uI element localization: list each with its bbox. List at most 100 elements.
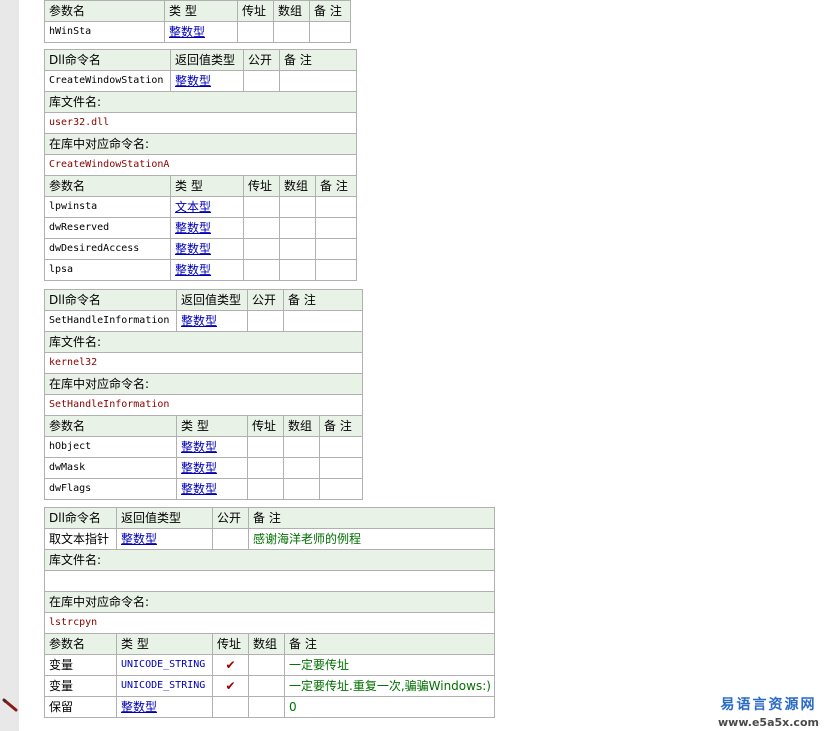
return-type[interactable]: 整数型 <box>176 310 248 332</box>
dll-name[interactable]: CreateWindowStation <box>44 70 171 92</box>
table-row[interactable]: CreateWindowStation 整数型 <box>44 70 358 92</box>
param-type[interactable]: 整数型 <box>170 259 244 281</box>
col-remark: 备 注 <box>318 415 364 437</box>
param-name[interactable]: dwDesiredAccess <box>44 238 171 260</box>
table-row[interactable]: hWinSta 整数型 <box>44 21 351 43</box>
param-name[interactable]: hObject <box>44 436 177 458</box>
param-name[interactable]: lpsa <box>44 259 171 281</box>
table-row[interactable]: dwDesiredAccess 整数型 <box>44 238 358 260</box>
watermark-url: www.e5a5x.com <box>718 716 819 729</box>
param-name[interactable]: lpwinsta <box>44 196 171 218</box>
param-type[interactable]: 文本型 <box>170 196 244 218</box>
param-name[interactable]: hWinSta <box>44 21 165 43</box>
lib-cmd-label: 在库中对应命令名: <box>43 133 358 155</box>
col-type: 类 型 <box>170 175 244 197</box>
public-flag[interactable] <box>247 310 284 332</box>
param-remark[interactable] <box>318 457 364 479</box>
param-array[interactable] <box>283 478 320 500</box>
table-row[interactable]: 变量 UNICODE_STRING ✔ 一定要传址.重复一次,骗骗Windows… <box>44 675 496 697</box>
table-row[interactable]: lpwinsta 文本型 <box>44 196 358 218</box>
public-flag[interactable] <box>212 528 249 550</box>
param-by-ref[interactable] <box>243 238 280 260</box>
param-type[interactable]: UNICODE_STRING <box>116 654 213 676</box>
table-row[interactable]: 取文本指针 整数型 感谢海洋老师的例程 <box>44 528 496 550</box>
table-row[interactable]: lpsa 整数型 <box>44 259 358 281</box>
col-remark: 备 注 <box>283 633 496 655</box>
param-name[interactable]: dwReserved <box>44 217 171 239</box>
param-remark[interactable] <box>318 478 364 500</box>
param-remark[interactable] <box>318 436 364 458</box>
lib-cmd-label: 在库中对应命令名: <box>43 591 496 613</box>
table-row[interactable]: SetHandleInformation 整数型 <box>44 310 364 332</box>
param-remark[interactable] <box>314 217 358 239</box>
param-name[interactable]: dwFlags <box>44 478 177 500</box>
lib-cmd-value[interactable]: lstrcpyn <box>43 612 496 634</box>
param-by-ref[interactable] <box>247 436 284 458</box>
param-name[interactable]: 变量 <box>44 675 117 697</box>
param-type[interactable]: UNICODE_STRING <box>116 675 213 697</box>
col-dll-name: Dll命令名 <box>44 289 177 311</box>
table-row[interactable]: 变量 UNICODE_STRING ✔ 一定要传址 <box>44 654 496 676</box>
lib-file-value[interactable] <box>43 570 496 592</box>
col-remark: 备 注 <box>309 0 351 22</box>
check-icon[interactable]: ✔ <box>212 675 249 697</box>
param-array[interactable] <box>279 196 316 218</box>
public-flag[interactable] <box>243 70 280 92</box>
table-row[interactable]: dwFlags 整数型 <box>44 478 364 500</box>
dll-remark[interactable]: 感谢海洋老师的例程 <box>247 528 496 550</box>
param-by-ref[interactable] <box>247 478 284 500</box>
param-type[interactable]: 整数型 <box>170 217 244 239</box>
return-type[interactable]: 整数型 <box>170 70 244 92</box>
param-by-ref[interactable] <box>243 259 280 281</box>
param-array[interactable] <box>279 217 316 239</box>
param-remark[interactable] <box>314 196 358 218</box>
param-array[interactable] <box>248 675 285 697</box>
param-by-ref[interactable] <box>212 696 249 718</box>
check-icon[interactable]: ✔ <box>212 654 249 676</box>
lib-file-value[interactable]: user32.dll <box>43 112 358 134</box>
param-array[interactable] <box>248 654 285 676</box>
param-by-ref[interactable] <box>247 457 284 479</box>
lib-cmd-value[interactable]: SetHandleInformation <box>43 394 364 416</box>
param-name[interactable]: 保留 <box>44 696 117 718</box>
param-type[interactable]: 整数型 <box>116 696 213 718</box>
table-row[interactable]: hObject 整数型 <box>44 436 364 458</box>
param-remark[interactable]: 一定要传址.重复一次,骗骗Windows:) <box>283 675 496 697</box>
param-remark[interactable] <box>314 259 358 281</box>
return-type[interactable]: 整数型 <box>116 528 213 550</box>
lib-file-value[interactable]: kernel32 <box>43 352 364 374</box>
param-type[interactable]: 整数型 <box>164 21 238 43</box>
param-by-ref[interactable] <box>243 196 280 218</box>
dll-name[interactable]: 取文本指针 <box>44 528 117 550</box>
param-name[interactable]: 变量 <box>44 654 117 676</box>
param-name[interactable]: dwMask <box>44 457 177 479</box>
param-type[interactable]: 整数型 <box>176 457 248 479</box>
param-array[interactable] <box>248 696 285 718</box>
param-type[interactable]: 整数型 <box>176 478 248 500</box>
param-array[interactable] <box>273 21 310 43</box>
param-type[interactable]: 整数型 <box>176 436 248 458</box>
param-array[interactable] <box>279 259 316 281</box>
table-row[interactable]: dwMask 整数型 <box>44 457 364 479</box>
param-array[interactable] <box>283 457 320 479</box>
param-remark[interactable]: 一定要传址 <box>283 654 496 676</box>
table-row[interactable]: dwReserved 整数型 <box>44 217 358 239</box>
param-array[interactable] <box>283 436 320 458</box>
dll-name[interactable]: SetHandleInformation <box>44 310 177 332</box>
lib-cmd-label: 在库中对应命令名: <box>43 373 364 395</box>
col-return-type: 返回值类型 <box>176 289 248 311</box>
watermark-title: 易语言资源网 <box>720 697 817 713</box>
lib-cmd-value[interactable]: CreateWindowStationA <box>43 154 358 176</box>
param-remark[interactable] <box>309 21 351 43</box>
col-return-type: 返回值类型 <box>116 507 213 529</box>
col-type: 类 型 <box>176 415 248 437</box>
dll-remark[interactable] <box>278 70 358 92</box>
param-by-ref[interactable] <box>243 217 280 239</box>
param-remark[interactable] <box>314 238 358 260</box>
param-type[interactable]: 整数型 <box>170 238 244 260</box>
dll-remark[interactable] <box>282 310 364 332</box>
param-array[interactable] <box>279 238 316 260</box>
table-row[interactable]: 保留 整数型 0 <box>44 696 496 718</box>
param-remark[interactable]: 0 <box>283 696 496 718</box>
param-by-ref[interactable] <box>237 21 274 43</box>
